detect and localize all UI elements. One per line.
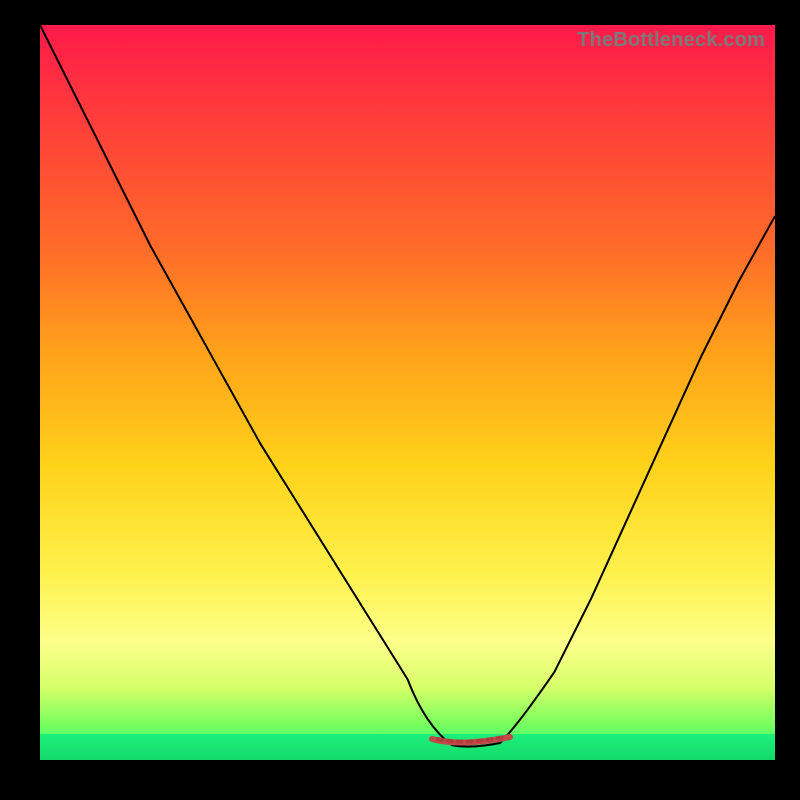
bottleneck-curve	[40, 25, 775, 747]
plot-area: TheBottleneck.com	[40, 25, 775, 760]
chart-frame: TheBottleneck.com	[0, 0, 800, 800]
curve-overlay	[40, 25, 775, 760]
